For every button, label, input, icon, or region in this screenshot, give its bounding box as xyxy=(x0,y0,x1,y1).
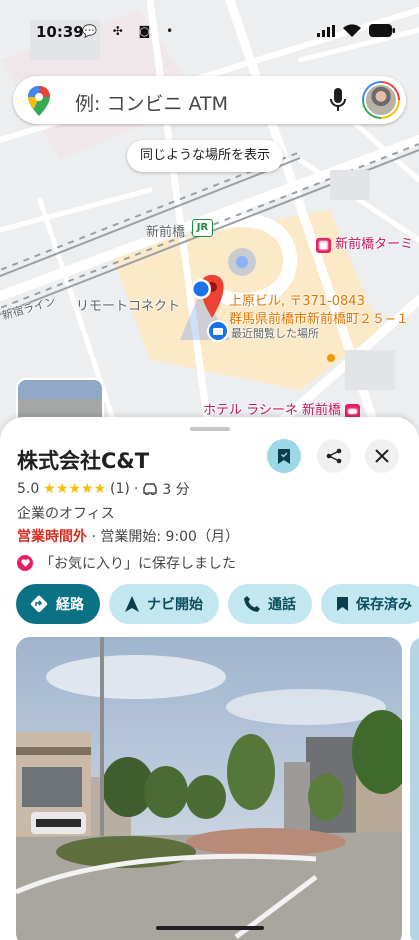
directions-button[interactable]: 経路 xyxy=(16,584,100,624)
saved-label: 保存済み xyxy=(356,597,412,613)
google-maps-pin-icon xyxy=(28,86,50,116)
drive-time: 3 分 xyxy=(162,482,190,498)
place-sheet[interactable]: 株式会社C&T 5.0 ★★★★★ (1) · 3 分 企業のオフィス 営業時間… xyxy=(0,417,419,940)
status-bar: 10:39 💬 ✣ ◙ • xyxy=(0,0,419,66)
hours-row[interactable]: 営業時間外 · 営業開始: 9:00（月） xyxy=(17,526,239,546)
rating-value: 5.0 xyxy=(17,481,40,497)
map-view[interactable]: 新前橋 JR ▣ 新前橋ターミ リモートコネクト 上原ビル, 〒371-0843… xyxy=(0,0,419,440)
next-photo-peek[interactable] xyxy=(410,637,419,940)
search-input[interactable]: 例: コンビニ ATM xyxy=(75,89,228,116)
account-avatar[interactable] xyxy=(362,81,400,119)
share-button[interactable] xyxy=(317,439,351,473)
terminal-text: 新前橋ターミ xyxy=(335,237,414,252)
terminal-label[interactable]: ▣ 新前橋ターミ xyxy=(316,233,413,253)
phone-icon xyxy=(244,596,260,612)
wifi-icon xyxy=(343,24,361,37)
close-button[interactable] xyxy=(365,439,399,473)
status-time: 10:39 xyxy=(36,23,84,41)
bus-icon: ▣ xyxy=(316,238,331,253)
action-chips: 経路 ナビ開始 通話 保存済み xyxy=(16,584,419,624)
battery-icon xyxy=(369,24,395,37)
drag-handle[interactable] xyxy=(190,427,230,431)
jr-badge: JR xyxy=(192,219,213,237)
start-navigation-label: ナビ開始 xyxy=(147,597,203,613)
rating-stars: ★★★★★ xyxy=(43,481,107,497)
notification-icons: 💬 ✣ ◙ • xyxy=(82,24,180,38)
separator-dot: · xyxy=(133,481,139,497)
saved-bookmark-button[interactable] xyxy=(267,439,301,473)
hotel-text: ホテル ラシーネ 新前橋 xyxy=(203,403,342,418)
building-label[interactable]: 上原ビル, 〒371-0843 xyxy=(229,290,365,309)
place-label[interactable]: リモートコネクト xyxy=(76,295,180,314)
place-title: 株式会社C&T xyxy=(17,449,150,473)
saved-list-row[interactable]: 「お気に入り」に保存しました xyxy=(17,553,236,573)
system-icons xyxy=(317,24,395,37)
street-photo-image xyxy=(16,637,402,940)
microphone-icon[interactable] xyxy=(330,88,346,112)
share-icon xyxy=(326,448,342,464)
navigation-arrow-icon xyxy=(125,596,139,612)
hotel-label[interactable]: ホテル ラシーネ 新前橋 ▬ xyxy=(203,399,361,419)
saved-message: 「お気に入り」に保存しました xyxy=(40,556,236,572)
street-photo[interactable] xyxy=(16,637,402,940)
recent-label: 最近閲覧した場所 xyxy=(231,327,319,340)
heart-icon xyxy=(17,555,33,571)
car-icon xyxy=(143,483,158,495)
start-navigation-button[interactable]: ナビ開始 xyxy=(109,584,219,624)
saved-button[interactable]: 保存済み xyxy=(321,584,419,624)
directions-icon xyxy=(30,595,48,613)
station-label[interactable]: 新前橋 xyxy=(146,221,185,240)
gesture-nav-bar[interactable] xyxy=(156,926,264,930)
rating-row[interactable]: 5.0 ★★★★★ (1) · 3 分 xyxy=(17,479,190,499)
close-icon xyxy=(375,449,389,463)
call-button[interactable]: 通話 xyxy=(228,584,312,624)
open-status: 営業時間外 xyxy=(17,529,87,545)
signal-icon xyxy=(317,24,335,37)
review-count: (1) xyxy=(110,481,130,497)
bookmark-filled-icon xyxy=(337,597,348,611)
directions-label: 経路 xyxy=(56,597,84,613)
similar-places-chip[interactable]: 同じような場所を表示 xyxy=(127,140,284,172)
place-category: 企業のオフィス xyxy=(17,506,115,522)
hours-detail: · 営業開始: 9:00（月） xyxy=(87,529,239,545)
bookmark-icon xyxy=(278,448,290,464)
search-bar[interactable]: 例: コンビニ ATM xyxy=(13,76,406,124)
call-label: 通話 xyxy=(268,597,296,613)
